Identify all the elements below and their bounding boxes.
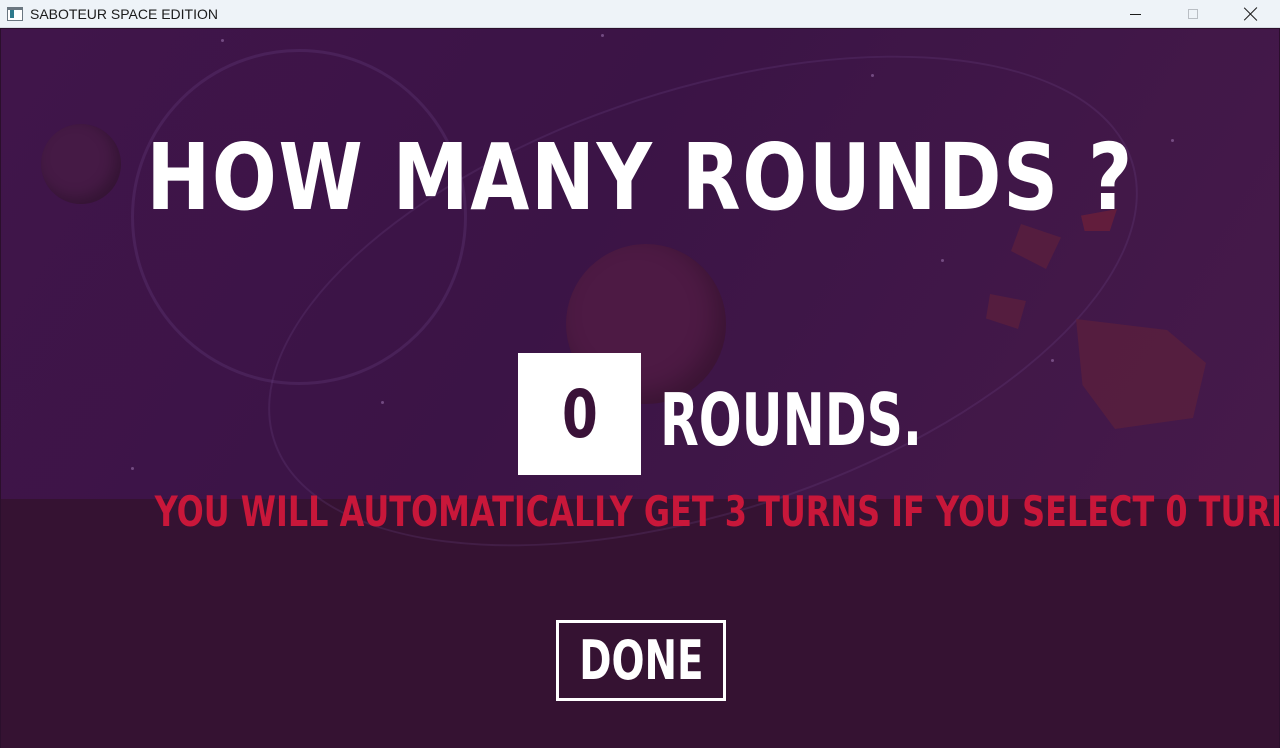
done-button[interactable]: DONE — [556, 620, 726, 701]
page-title: HOW MANY ROUNDS ? — [146, 124, 1134, 231]
window-controls — [1106, 0, 1280, 28]
rounds-count-value: 0 — [561, 375, 598, 453]
star-decoration — [1051, 359, 1054, 362]
title-bar[interactable]: SABOTEUR SPACE EDITION — [0, 0, 1280, 28]
star-decoration — [381, 401, 384, 404]
star-decoration — [131, 467, 134, 470]
close-icon — [1244, 7, 1258, 21]
app-window: SABOTEUR SPACE EDITION HOW MANY ROUNDS ?… — [0, 0, 1280, 748]
minimize-button[interactable] — [1106, 0, 1164, 28]
star-decoration — [1171, 139, 1174, 142]
rounds-label: ROUNDS. — [660, 378, 923, 462]
minimize-icon — [1129, 13, 1141, 15]
maximize-icon — [1188, 9, 1198, 19]
done-button-label: DONE — [578, 629, 704, 692]
app-window-icon — [7, 6, 23, 21]
star-decoration — [941, 259, 944, 262]
auto-turns-notice: YOU WILL AUTOMATICALLY GET 3 TURNS IF YO… — [154, 487, 1279, 536]
star-decoration — [871, 74, 874, 77]
window-title: SABOTEUR SPACE EDITION — [30, 5, 218, 22]
star-decoration — [601, 34, 604, 37]
game-screen: HOW MANY ROUNDS ? 0 ROUNDS. YOU WILL AUT… — [1, 29, 1279, 748]
maximize-button[interactable] — [1164, 0, 1222, 28]
asteroid-decoration — [1076, 319, 1206, 429]
rounds-count-field[interactable]: 0 — [518, 353, 641, 475]
star-decoration — [221, 39, 224, 42]
close-button[interactable] — [1222, 0, 1280, 28]
